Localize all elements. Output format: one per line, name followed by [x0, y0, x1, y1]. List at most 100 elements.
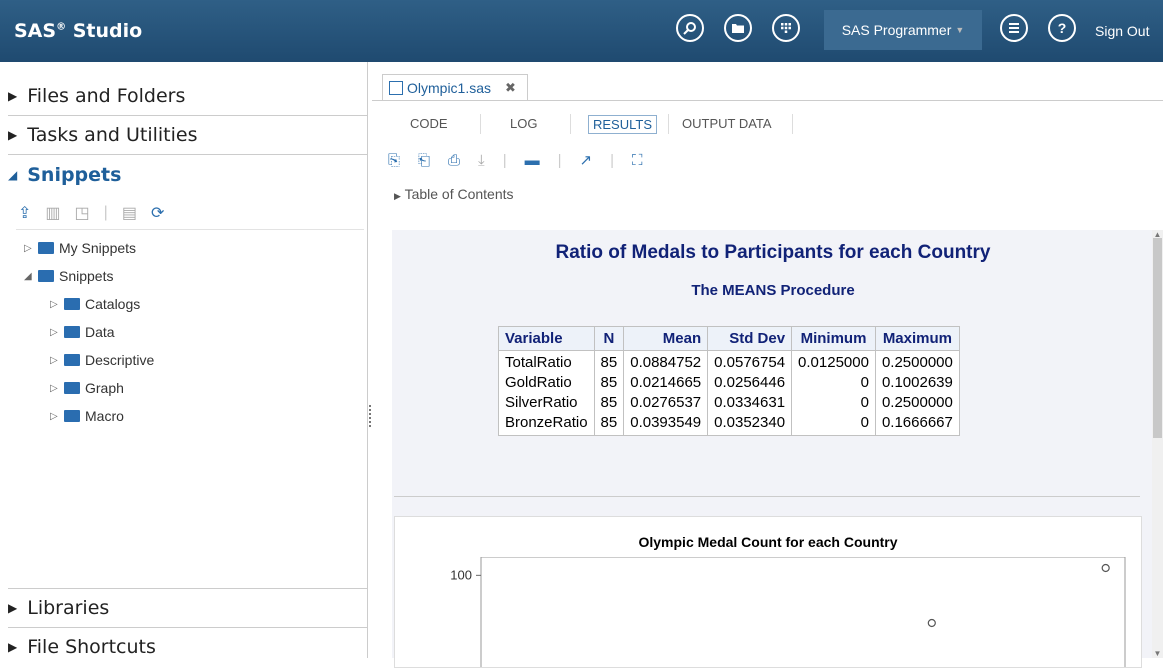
section-files-and-folders[interactable]: ▶ Files and Folders	[8, 77, 367, 116]
app-brand: SAS® Studio	[14, 20, 142, 42]
toolbar-separator: |	[103, 204, 108, 221]
section-label: Libraries	[27, 597, 110, 619]
maximize-icon[interactable]: ⛶	[632, 152, 643, 169]
table-cell: 0.2500000	[874, 350, 960, 373]
tree-item-data[interactable]: ▷ Data	[50, 324, 115, 340]
help-glyph: ?	[1057, 20, 1067, 36]
table-cell: 0.2500000	[874, 393, 960, 413]
print-icon[interactable]: ▬	[525, 152, 540, 169]
tab-separator	[570, 114, 571, 134]
file-tab-olympic1[interactable]: Olympic1.sas ✖	[382, 74, 528, 100]
refresh-icon[interactable]: ⟳	[151, 203, 164, 223]
tab-strip-border	[372, 100, 1163, 101]
open-new-window-icon[interactable]: ↗	[580, 151, 593, 169]
apps-icon[interactable]	[772, 14, 800, 42]
table-cell: 0.0276537	[623, 393, 709, 413]
editor-pane: Olympic1.sas ✖ CODE LOG RESULTS OUTPUT D…	[372, 62, 1163, 668]
section-label: Tasks and Utilities	[27, 124, 198, 146]
tree-item-catalogs[interactable]: ▷ Catalogs	[50, 296, 140, 312]
toolbar-separator: |	[610, 151, 614, 169]
section-snippets[interactable]: ◢ Snippets	[8, 156, 367, 194]
folder-icon	[64, 410, 80, 422]
table-row: SilverRatio 85 0.0276537 0.0334631 0 0.2…	[498, 393, 960, 413]
scroll-down-icon[interactable]: ▼	[1152, 649, 1163, 658]
scrollbar-thumb[interactable]	[1153, 238, 1162, 438]
search-icon[interactable]	[676, 14, 704, 42]
table-cell: 85	[593, 393, 625, 413]
expand-arrow-icon: ▶	[8, 128, 18, 142]
collapse-arrow-icon: ◢	[24, 270, 32, 282]
table-cell: 0.1002639	[874, 373, 960, 393]
help-icon[interactable]: ?	[1048, 14, 1076, 42]
column-header: Std Dev	[707, 326, 793, 351]
signout-link[interactable]: Sign Out	[1095, 23, 1149, 39]
tree-item-my-snippets[interactable]: ▷ My Snippets	[24, 240, 136, 256]
results-divider	[394, 496, 1140, 497]
tab-results[interactable]: RESULTS	[588, 115, 657, 134]
tree-item-graph[interactable]: ▷ Graph	[50, 380, 124, 396]
folder-icon[interactable]	[724, 14, 752, 42]
download-icon[interactable]: ⤓	[478, 152, 485, 169]
graph-title: Olympic Medal Count for each Country	[638, 534, 898, 550]
tree-item-snippets[interactable]: ◢ Snippets	[24, 268, 113, 284]
download-rtf-icon[interactable]: ⎙	[448, 152, 460, 169]
section-file-shortcuts[interactable]: ▶ File Shortcuts	[8, 628, 367, 666]
properties-icon[interactable]: ▤	[122, 203, 137, 223]
tree-label: Macro	[85, 408, 124, 424]
folder-icon	[64, 298, 80, 310]
tab-output-data[interactable]: OUTPUT DATA	[682, 116, 772, 131]
folder-icon	[64, 326, 80, 338]
table-cell: 0.0256446	[707, 373, 793, 393]
expand-arrow-icon: ▷	[50, 410, 58, 422]
tree-item-descriptive[interactable]: ▷ Descriptive	[50, 352, 154, 368]
user-menu-button[interactable]: SAS Programmer ▼	[824, 10, 982, 50]
table-cell: 0	[791, 373, 876, 393]
navigation-pane: ▶ Files and Folders ▶ Tasks and Utilities …	[0, 62, 368, 658]
section-libraries[interactable]: ▶ Libraries	[8, 588, 367, 628]
tab-code[interactable]: CODE	[410, 116, 448, 131]
new-snippet-icon[interactable]: ⇪	[18, 203, 31, 223]
table-cell: 0	[791, 393, 876, 413]
chevron-down-icon: ▼	[955, 25, 965, 35]
brand-registered-mark: ®	[56, 21, 67, 33]
tab-separator	[480, 114, 481, 134]
brand-name: SAS	[14, 20, 57, 42]
section-label: File Shortcuts	[27, 636, 156, 658]
folder-user-icon	[38, 242, 54, 254]
table-cell: 85	[593, 373, 625, 393]
download-pdf-icon[interactable]: ⎗	[418, 152, 430, 169]
expand-arrow-icon: ▷	[50, 382, 58, 394]
expand-arrow-icon: ▶	[8, 640, 18, 654]
toolbar-separator: |	[557, 151, 562, 169]
brand-suffix: Studio	[66, 20, 143, 42]
toolbar-separator: |	[502, 151, 507, 169]
close-icon[interactable]: ✖	[505, 80, 516, 96]
table-cell: 0.0214665	[623, 373, 709, 393]
scatter-plot: 100	[450, 557, 1126, 667]
results-scrollbar[interactable]: ▲ ▼	[1152, 230, 1163, 658]
tree-item-macro[interactable]: ▷ Macro	[50, 408, 124, 424]
tab-separator	[792, 114, 793, 134]
app-header: SAS® Studio SAS Programmer ▼ ? Sign Out	[0, 0, 1163, 62]
table-row: BronzeRatio 85 0.0393549 0.0352340 0 0.1…	[498, 413, 960, 436]
menu-list-icon[interactable]	[1000, 14, 1028, 42]
tab-log[interactable]: LOG	[510, 116, 537, 131]
tree-label: Data	[85, 324, 115, 340]
download-html-icon[interactable]: ⎘	[388, 152, 400, 169]
expand-arrow-icon: ▷	[24, 242, 32, 254]
table-cell: TotalRatio	[498, 350, 595, 373]
scatter-plot-panel: Olympic Medal Count for each Country 100	[394, 516, 1142, 668]
edit-snippet-icon[interactable]: ◳	[75, 203, 90, 223]
section-tasks-and-utilities[interactable]: ▶ Tasks and Utilities	[8, 116, 367, 155]
expand-arrow-icon: ▶	[394, 191, 401, 201]
table-of-contents-toggle[interactable]: ▶ Table of Contents	[394, 186, 514, 202]
delete-icon[interactable]: ▥	[45, 203, 60, 223]
y-tick-label: 100	[450, 567, 472, 582]
snippets-toolbar: ⇪ ▥ ◳ | ▤ ⟳	[18, 202, 164, 224]
column-header: Mean	[623, 326, 709, 351]
table-row: TotalRatio 85 0.0884752 0.0576754 0.0125…	[498, 350, 960, 373]
table-cell: SilverRatio	[498, 393, 595, 413]
folder-icon	[38, 270, 54, 282]
user-menu-label: SAS Programmer	[841, 22, 952, 38]
tree-label: Catalogs	[85, 296, 141, 312]
